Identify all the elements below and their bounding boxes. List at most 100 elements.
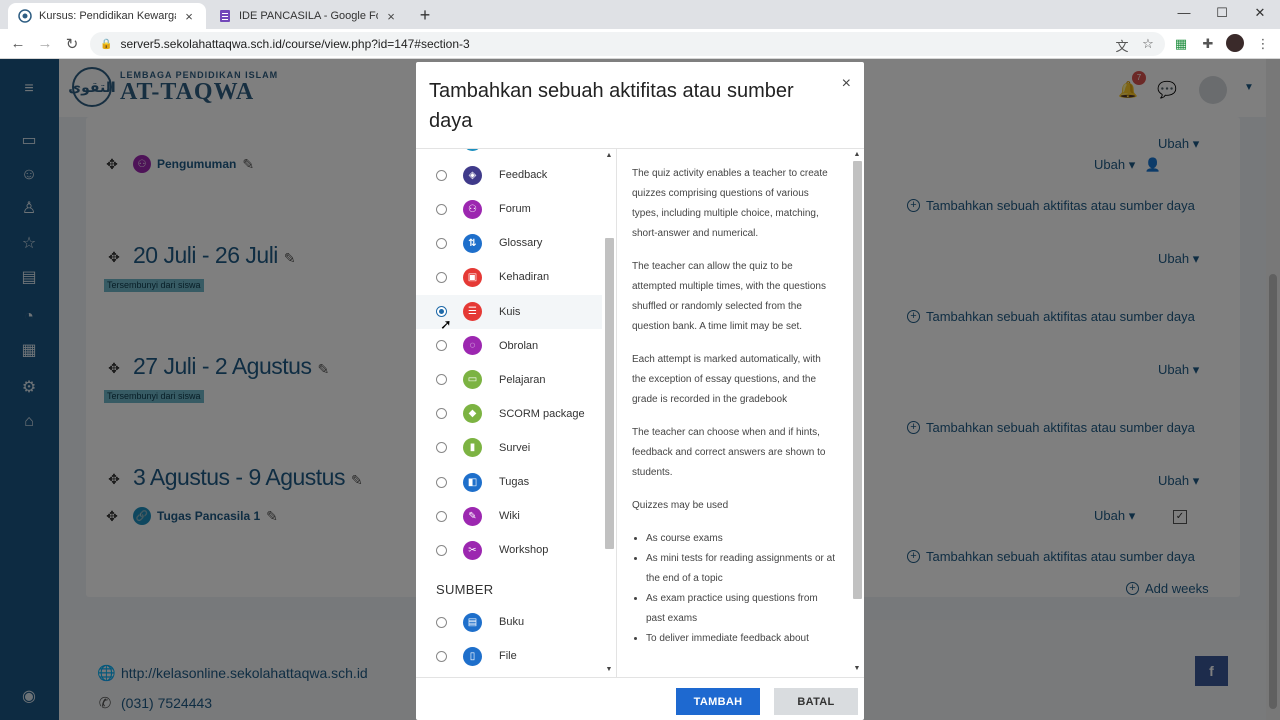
radio-button[interactable] — [436, 340, 447, 352]
translate-icon[interactable]: 文 — [1114, 36, 1130, 55]
activity-options-list[interactable]: ✚External tool ◈ Feedback ⚇ Forum ⇅ Glossary ▣ K… — [416, 149, 616, 677]
option-wiki[interactable]: ✎ Wiki — [416, 499, 602, 533]
new-tab-button[interactable]: + — [416, 5, 434, 26]
forward-icon[interactable]: → — [36, 35, 54, 52]
tab-course[interactable]: Kursus: Pendidikan Kewarganegara × — [8, 3, 206, 29]
back-icon[interactable]: ← — [9, 35, 27, 52]
pen-icon: ✎ — [463, 506, 482, 526]
sheets-extension-icon[interactable]: ▦ — [1173, 36, 1189, 52]
browser-menu-icon[interactable]: ⋮ — [1255, 36, 1271, 52]
option-obrolan[interactable]: ◌ Obrolan — [416, 329, 602, 363]
description-paragraph: The quiz activity enables a teacher to c… — [632, 168, 828, 239]
close-window-button[interactable]: ✕ — [1250, 5, 1270, 21]
tab-label: Kursus: Pendidikan Kewarganegara — [39, 10, 176, 22]
reload-icon[interactable]: ↻ — [63, 35, 81, 53]
activity-chooser-dialog: Tambahkan sebuah aktifitas atau sumber d… — [416, 62, 864, 720]
option-buku[interactable]: ▤ Buku — [416, 605, 602, 639]
sort-icon: ⇅ — [463, 233, 482, 253]
chart-icon: ▮ — [463, 438, 482, 458]
description-scrollbar[interactable]: ▲ ▼ — [851, 149, 862, 677]
screen-icon: ▭ — [463, 370, 482, 390]
dialog-title: Tambahkan sebuah aktifitas atau sumber d… — [429, 80, 794, 132]
option-tugas[interactable]: ◧ Tugas — [416, 465, 602, 499]
cancel-button[interactable]: BATAL — [774, 688, 858, 715]
options-scroll-thumb[interactable] — [605, 238, 614, 549]
options-scrollbar[interactable]: ▲ ▼ — [603, 150, 615, 676]
option-label: Feedback — [499, 169, 548, 182]
add-button[interactable]: TAMBAH — [676, 688, 760, 715]
scroll-down-arrow-icon[interactable]: ▼ — [853, 665, 861, 672]
url-text: server5.sekolahattaqwa.sch.id/course/vie… — [120, 37, 470, 51]
tab-close-icon[interactable]: × — [182, 9, 196, 24]
radio-button[interactable] — [436, 408, 447, 420]
tab-label: IDE PANCASILA - Google Forms — [239, 10, 378, 22]
option-label: Wiki — [499, 510, 520, 523]
option-glossary[interactable]: ⇅ Glossary — [416, 226, 602, 260]
chat-icon: ◌ — [463, 336, 482, 356]
radio-button[interactable] — [436, 203, 447, 215]
option-label: Glossary — [499, 237, 543, 250]
description-bullet: As mini tests for reading assignments or… — [646, 549, 837, 589]
scroll-up-arrow-icon[interactable]: ▲ — [853, 151, 861, 158]
divider — [416, 677, 864, 678]
scroll-up-arrow-icon[interactable]: ▲ — [605, 152, 613, 159]
option-label: Forum — [499, 203, 531, 216]
google-forms-icon — [218, 9, 232, 23]
option-label: File — [499, 650, 517, 663]
mouse-cursor-icon: ➚ — [440, 316, 452, 332]
radio-button[interactable] — [436, 169, 447, 181]
radio-button[interactable] — [436, 271, 447, 283]
puzzle-icon: ✚ — [463, 149, 482, 151]
tab-google-forms[interactable]: IDE PANCASILA - Google Forms × — [208, 3, 408, 29]
radio-button[interactable] — [436, 476, 447, 488]
option-label: Kehadiran — [499, 271, 550, 284]
option-external-tool[interactable]: ✚External tool — [416, 149, 602, 158]
browser-tab-strip: Kursus: Pendidikan Kewarganegara × IDE P… — [0, 0, 1280, 29]
option-label: Survei — [499, 441, 531, 454]
description-scroll-thumb[interactable] — [853, 161, 862, 599]
close-icon[interactable]: × — [842, 75, 851, 93]
option-workshop[interactable]: ✂ Workshop — [416, 533, 602, 567]
megaphone-icon: ◈ — [463, 165, 482, 185]
option-file[interactable]: ▯ File — [416, 639, 602, 673]
tools-icon: ✂ — [463, 540, 482, 560]
radio-button[interactable] — [436, 510, 447, 522]
radio-button[interactable] — [436, 374, 447, 386]
option-label: Tugas — [499, 476, 530, 488]
option-kehadiran[interactable]: ▣ Kehadiran — [416, 260, 602, 294]
option-survei[interactable]: ▮ Survei — [416, 431, 602, 465]
extensions-puzzle-icon[interactable]: ✚ — [1200, 36, 1216, 52]
address-bar: ← → ↻ 🔒 server5.sekolahattaqwa.sch.id/co… — [0, 29, 1280, 59]
bookmark-star-icon[interactable]: ☆ — [1140, 36, 1156, 52]
option-label: SCORM package — [499, 407, 585, 420]
profile-avatar[interactable] — [1226, 34, 1244, 52]
book-icon: ▤ — [463, 612, 482, 632]
description-text: The quiz activity enables a teacher to c… — [632, 164, 837, 649]
radio-button[interactable] — [436, 650, 447, 662]
description-paragraph: Quizzes may be used — [632, 500, 729, 511]
url-input[interactable]: 🔒 server5.sekolahattaqwa.sch.id/course/v… — [90, 32, 1165, 56]
radio-button[interactable] — [436, 442, 447, 454]
file-icon: ▯ — [463, 646, 482, 666]
lock-icon: 🔒 — [100, 38, 113, 50]
people-icon: ⚇ — [463, 199, 482, 219]
minimize-button[interactable]: — — [1174, 5, 1194, 20]
tab-close-icon[interactable]: × — [384, 9, 398, 24]
option-forum[interactable]: ⚇ Forum — [416, 192, 602, 226]
list-icon: ☰ — [463, 302, 482, 321]
radio-button[interactable] — [436, 544, 447, 556]
moodle-favicon-icon — [18, 9, 32, 23]
radio-button[interactable] — [436, 616, 447, 628]
option-pelajaran[interactable]: ▭ Pelajaran — [416, 363, 602, 397]
description-paragraph: The teacher can allow the quiz to be att… — [632, 261, 826, 332]
resources-heading: SUMBER — [436, 582, 494, 598]
description-bullet: To deliver immediate feedback about — [646, 629, 837, 649]
option-label: Pelajaran — [499, 373, 546, 386]
option-feedback[interactable]: ◈ Feedback — [416, 158, 602, 192]
description-paragraph: The teacher can choose when and if hints… — [632, 427, 826, 478]
maximize-button[interactable]: ☐ — [1212, 5, 1232, 21]
cube-icon: ◆ — [463, 404, 482, 424]
radio-button[interactable] — [436, 237, 447, 249]
scroll-down-arrow-icon[interactable]: ▼ — [605, 666, 613, 673]
option-scorm-package[interactable]: ◆ SCORM package — [416, 397, 602, 431]
